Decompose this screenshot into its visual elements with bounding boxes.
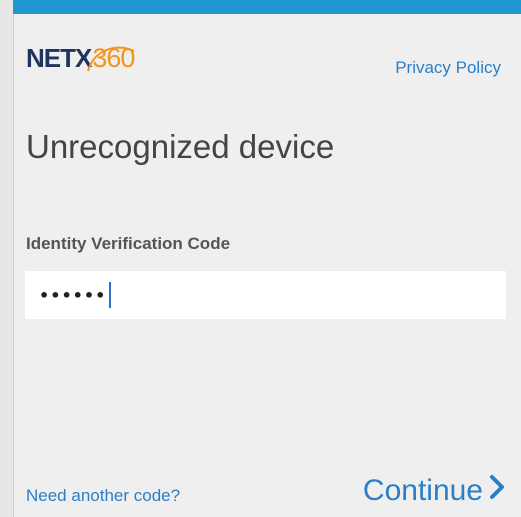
window-left-edge bbox=[0, 0, 14, 517]
privacy-policy-link[interactable]: Privacy Policy bbox=[395, 58, 501, 78]
verification-code-input[interactable]: •••••• bbox=[25, 271, 506, 319]
need-another-code-link[interactable]: Need another code? bbox=[26, 486, 180, 506]
continue-label: Continue bbox=[362, 474, 483, 507]
verification-code-value: •••••• bbox=[39, 285, 107, 305]
logo-swoosh-icon bbox=[87, 46, 135, 71]
top-accent-bar bbox=[13, 0, 521, 14]
logo-netx-text: NETX bbox=[26, 42, 92, 73]
verification-panel bbox=[14, 14, 521, 517]
page-title: Unrecognized device bbox=[26, 128, 335, 165]
chevron-right-icon bbox=[489, 474, 505, 508]
continue-button[interactable]: Continue bbox=[363, 474, 505, 508]
text-caret bbox=[109, 282, 112, 308]
login-window: NETX 360 Privacy Policy Unrecognized dev… bbox=[0, 0, 521, 517]
logo-360-text: 360 bbox=[87, 43, 135, 74]
verification-code-label: Identity Verification Code bbox=[26, 234, 231, 253]
netx360-logo: NETX 360 bbox=[26, 38, 135, 78]
